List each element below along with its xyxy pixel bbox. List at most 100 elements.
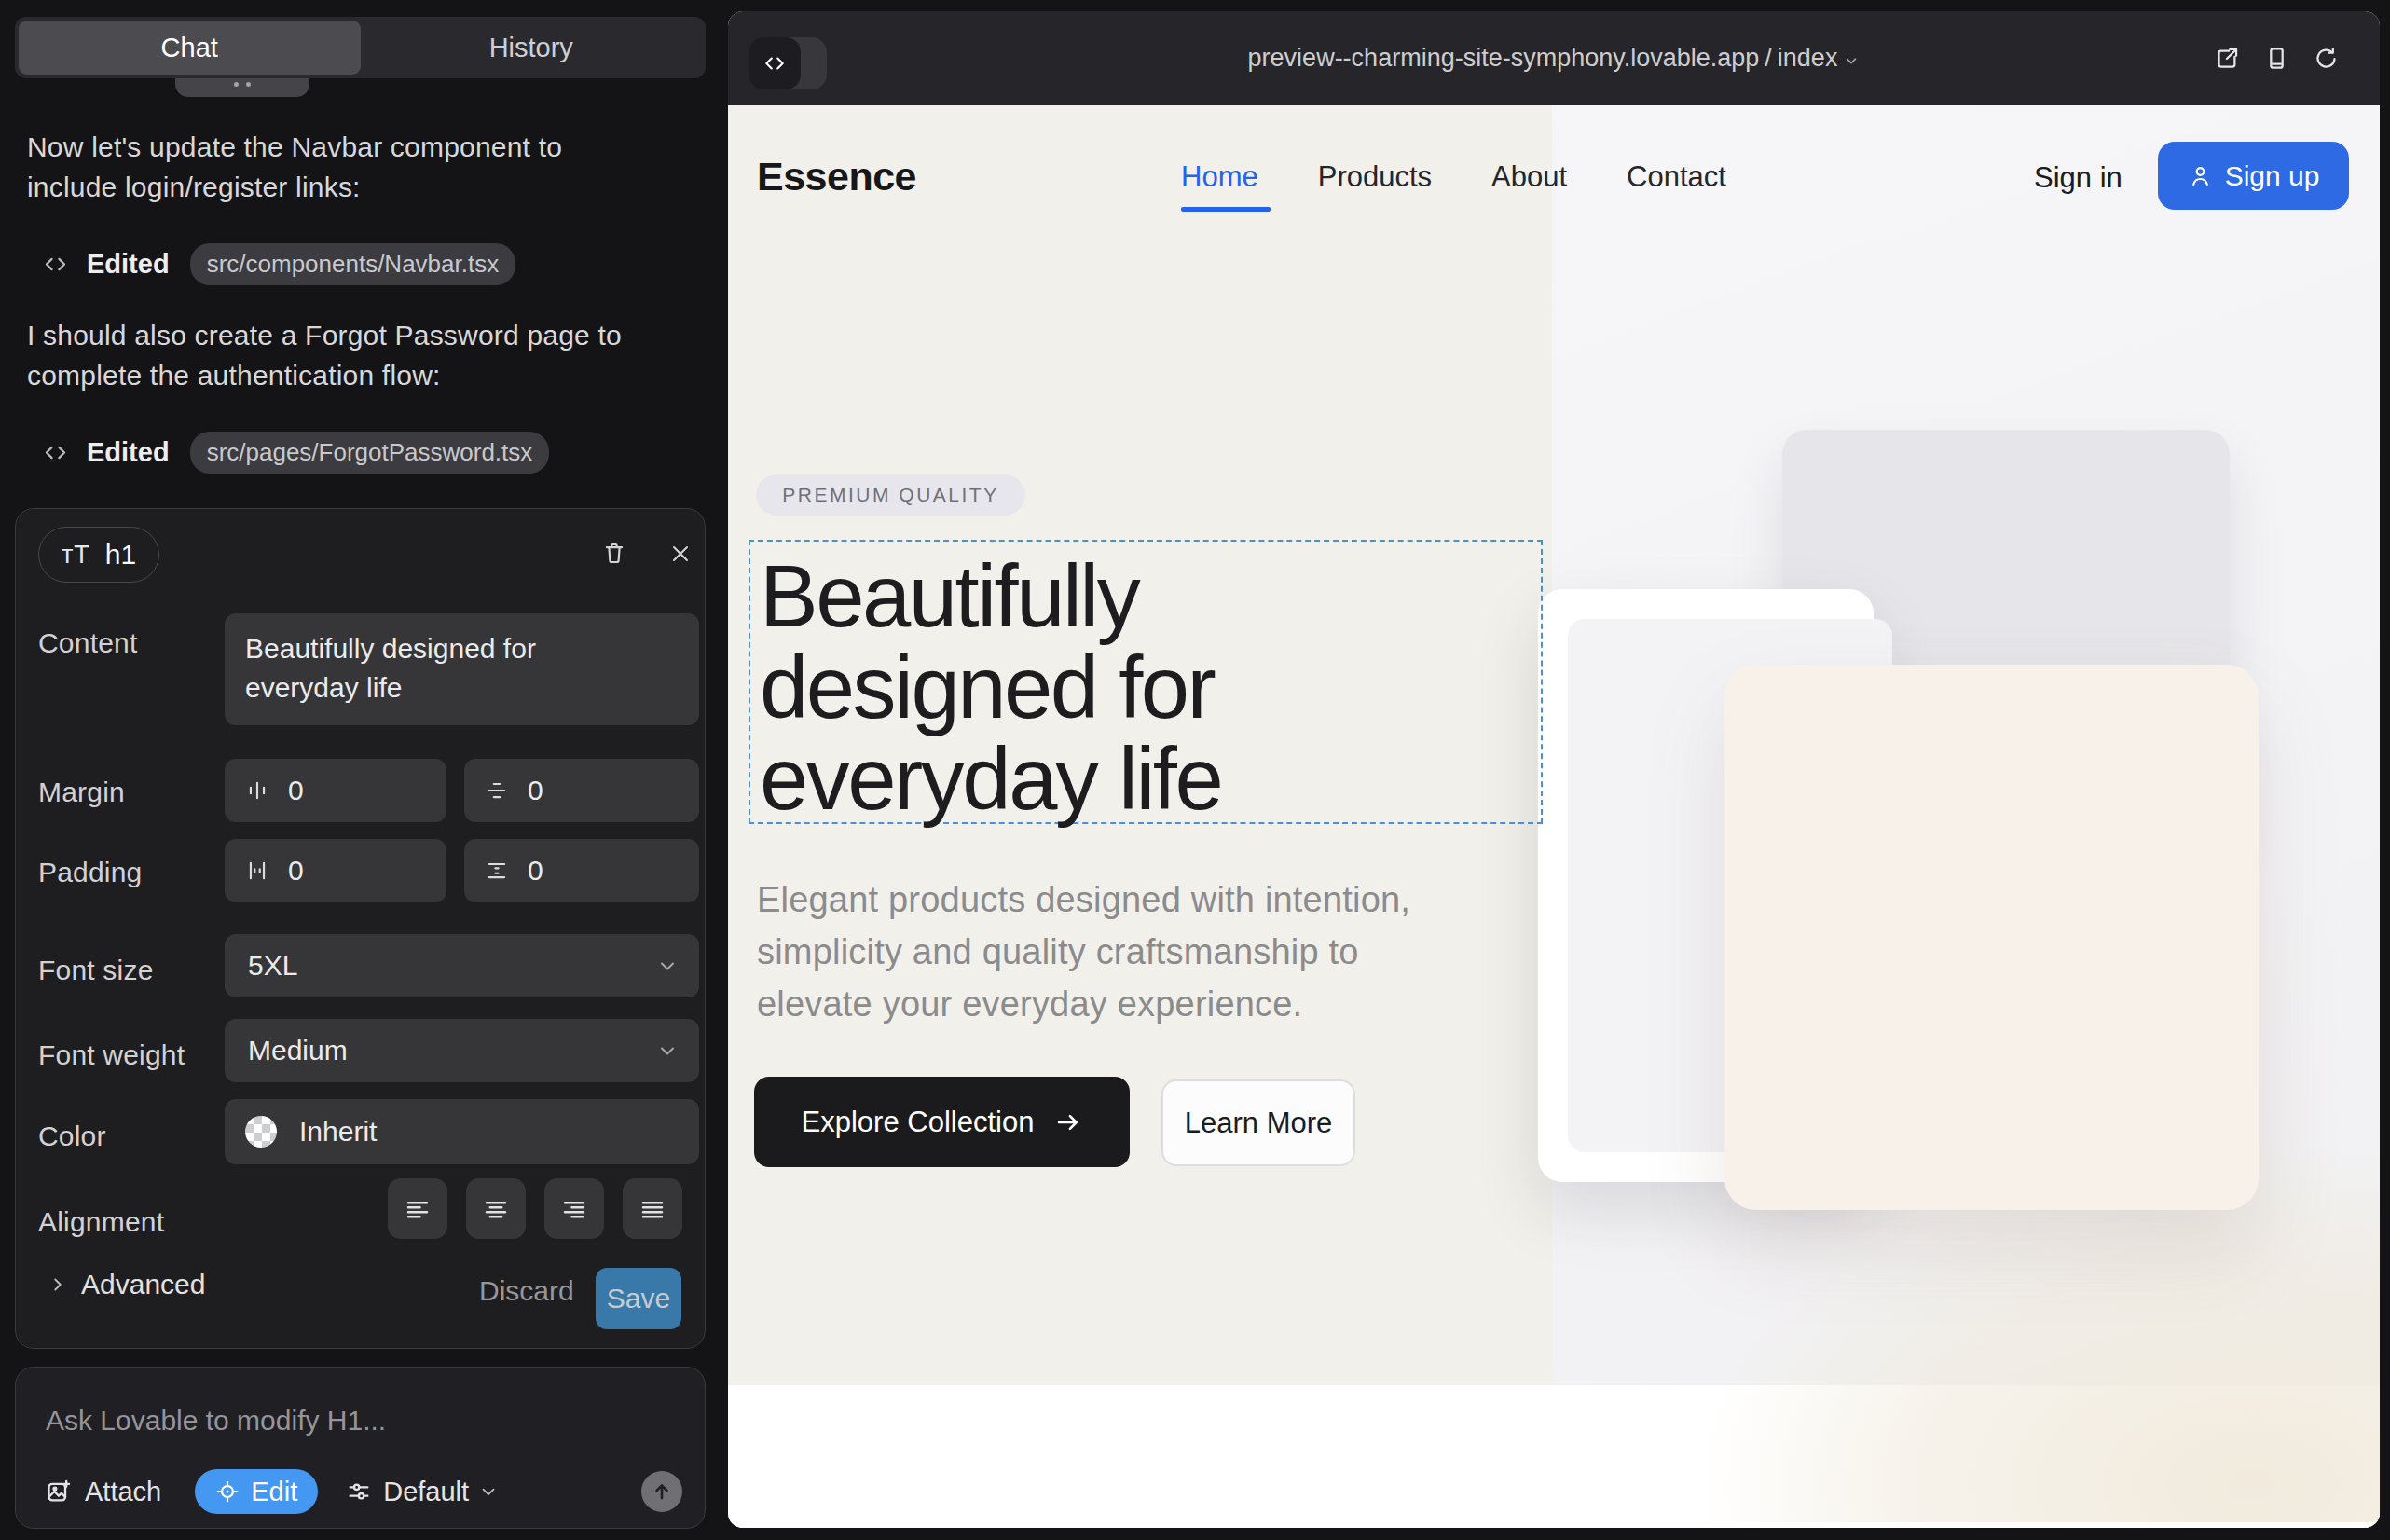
nav-home-underline	[1181, 207, 1271, 212]
content-textarea[interactable]: Beautifully designed for everyday life	[225, 613, 699, 725]
hero-paragraph: Elegant products designed with intention…	[757, 873, 1410, 1030]
code-icon	[43, 252, 68, 277]
prompt-placeholder[interactable]: Ask Lovable to modify H1...	[46, 1405, 386, 1437]
attach-image-icon	[46, 1478, 72, 1505]
align-left-icon	[404, 1195, 432, 1223]
text-type-icon: тT	[62, 541, 90, 570]
edited-label: Edited	[87, 437, 170, 468]
edit-label: Edit	[251, 1477, 297, 1507]
margin-y-input[interactable]: 0	[464, 759, 699, 822]
explore-collection-button[interactable]: Explore Collection	[754, 1077, 1130, 1167]
font-size-select[interactable]: 5XL	[225, 934, 699, 997]
attach-button[interactable]: Attach	[85, 1477, 161, 1507]
preview-window: preview--charming-site-symphony.lovable.…	[728, 11, 2380, 1528]
site-nav: Home Products About Contact	[1181, 160, 1726, 194]
delete-element-button[interactable]	[584, 522, 645, 584]
hero-heading-line: designed for	[760, 642, 1221, 734]
color-label: Color	[38, 1121, 106, 1152]
tab-chat[interactable]: Chat	[19, 21, 361, 75]
edited-file-row: Edited src/components/Navbar.tsx	[43, 244, 515, 283]
chevron-down-icon	[656, 955, 679, 977]
alignment-group	[388, 1178, 682, 1239]
align-left-button[interactable]	[388, 1178, 447, 1239]
font-size-label: Font size	[38, 955, 154, 986]
mobile-view-button[interactable]	[2264, 46, 2289, 71]
nav-products[interactable]: Products	[1318, 160, 1432, 194]
collapsed-chip[interactable]	[175, 78, 309, 97]
external-link-icon	[2215, 46, 2240, 71]
default-mode-button[interactable]: Default	[383, 1477, 469, 1507]
chat-message-line: I should also create a Forgot Password p…	[27, 315, 622, 355]
padding-y-value: 0	[528, 855, 543, 887]
align-center-button[interactable]	[466, 1178, 526, 1239]
padding-x-input[interactable]: 0	[225, 839, 446, 902]
edited-file-chip[interactable]: src/components/Navbar.tsx	[190, 243, 516, 285]
chat-message-line: include login/register links:	[27, 167, 361, 207]
padding-label: Padding	[38, 857, 143, 888]
chat-message-line: complete the authentication flow:	[27, 355, 441, 395]
code-icon	[43, 440, 68, 465]
color-value: Inherit	[299, 1116, 377, 1148]
signup-button[interactable]: Sign up	[2158, 142, 2349, 210]
code-icon	[762, 51, 787, 76]
margin-x-icon	[245, 778, 269, 803]
padding-y-input[interactable]: 0	[464, 839, 699, 902]
code-toggle[interactable]	[749, 37, 827, 89]
preview-topbar: preview--charming-site-symphony.lovable.…	[728, 11, 2380, 105]
chat-message-line: Now let's update the Navbar component to	[27, 127, 562, 167]
save-button[interactable]: Save	[596, 1268, 681, 1329]
arrow-right-icon	[1054, 1108, 1082, 1136]
chevron-right-icon	[48, 1274, 68, 1295]
hero-heading-line: Beautifully	[760, 551, 1221, 642]
edited-file-chip[interactable]: src/pages/ForgotPassword.tsx	[190, 432, 550, 474]
align-justify-button[interactable]	[623, 1178, 682, 1239]
preview-url[interactable]: preview--charming-site-symphony.lovable.…	[728, 11, 2380, 105]
send-button[interactable]	[641, 1471, 682, 1512]
align-right-button[interactable]	[544, 1178, 604, 1239]
align-justify-icon	[639, 1195, 666, 1223]
lovable-app: Chat History Now let's update the Navbar…	[0, 0, 2390, 1540]
close-inspector-button[interactable]	[651, 524, 710, 584]
margin-label: Margin	[38, 777, 125, 808]
alignment-label: Alignment	[38, 1206, 164, 1238]
tab-history[interactable]: History	[361, 21, 703, 75]
align-center-icon	[482, 1195, 510, 1223]
element-tag: h1	[105, 539, 136, 571]
nav-about[interactable]: About	[1491, 160, 1567, 194]
font-size-value: 5XL	[248, 950, 297, 982]
chevron-down-icon	[656, 1039, 679, 1062]
signin-link[interactable]: Sign in	[2034, 161, 2122, 195]
advanced-toggle[interactable]: Advanced	[48, 1269, 205, 1300]
preview-domain: preview--charming-site-symphony.lovable.…	[1248, 44, 1760, 73]
chevron-down-icon	[1843, 52, 1860, 69]
padding-x-value: 0	[288, 855, 304, 887]
smartphone-icon	[2264, 46, 2289, 71]
signup-label: Sign up	[2225, 160, 2320, 192]
color-input[interactable]: Inherit	[225, 1099, 699, 1164]
margin-y-icon	[485, 778, 509, 803]
premium-quality-badge: PREMIUM QUALITY	[756, 474, 1025, 516]
hero-heading[interactable]: Beautifully designed for everyday life	[760, 551, 1221, 825]
site-logo[interactable]: Essence	[757, 154, 916, 199]
hero-paragraph-line: simplicity and quality craftsmanship to	[757, 926, 1410, 978]
trash-icon	[602, 541, 626, 565]
open-external-button[interactable]	[2215, 46, 2240, 71]
element-type-pill: тT h1	[38, 527, 159, 583]
chat-panel: Chat History Now let's update the Navbar…	[0, 0, 728, 1540]
nav-home[interactable]: Home	[1181, 160, 1258, 194]
code-toggle-active-segment	[749, 37, 801, 89]
edited-file-row: Edited src/pages/ForgotPassword.tsx	[43, 433, 549, 472]
hero-paragraph-line: elevate your everyday experience.	[757, 978, 1410, 1030]
discard-button[interactable]: Discard	[479, 1275, 574, 1307]
edit-mode-button[interactable]: Edit	[195, 1469, 318, 1514]
refresh-button[interactable]	[2314, 46, 2339, 71]
learn-more-button[interactable]: Learn More	[1161, 1079, 1355, 1166]
font-weight-select[interactable]: Medium	[225, 1019, 699, 1082]
margin-x-input[interactable]: 0	[225, 759, 446, 822]
font-weight-value: Medium	[248, 1035, 348, 1066]
sliders-icon	[346, 1478, 372, 1505]
nav-contact[interactable]: Contact	[1627, 160, 1726, 194]
advanced-label: Advanced	[81, 1269, 205, 1300]
arrow-up-icon	[651, 1480, 673, 1503]
padding-x-icon	[245, 859, 269, 883]
